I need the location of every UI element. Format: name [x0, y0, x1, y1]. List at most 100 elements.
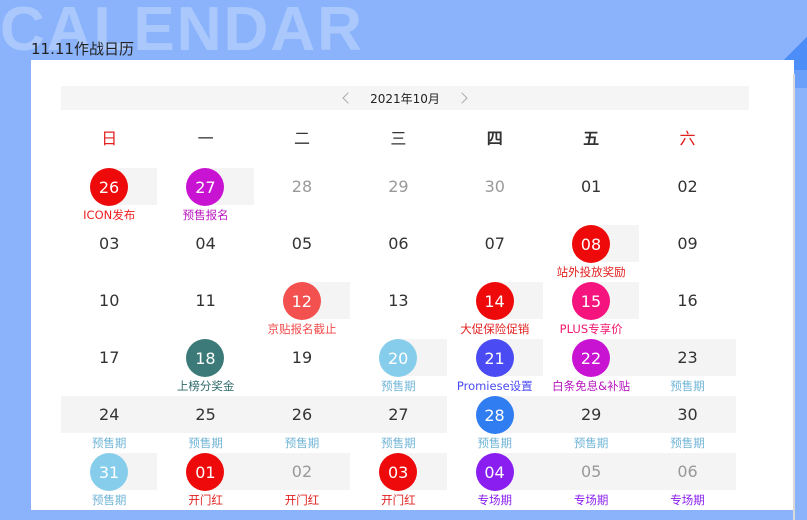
- chevron-right-icon[interactable]: [456, 92, 468, 104]
- event-label: 预售期: [670, 436, 705, 450]
- day-number: 29: [388, 177, 409, 196]
- day-number: 05: [580, 462, 602, 481]
- weekday-thu: 四: [486, 129, 503, 148]
- calendar-day-cell[interactable]: 06 专场期: [639, 453, 736, 510]
- calendar-day-cell[interactable]: 28: [254, 168, 350, 225]
- calendar-day-cell[interactable]: 30: [447, 168, 543, 225]
- calendar-day-cell[interactable]: 27 预售期: [350, 396, 447, 453]
- calendar-day-cell[interactable]: 17: [61, 339, 157, 396]
- event-label: 预售报名: [182, 208, 229, 222]
- day-number: 24: [99, 405, 120, 424]
- calendar-day-cell[interactable]: 08 站外投放奖励: [543, 225, 640, 282]
- weekday-tue: 二: [293, 129, 310, 148]
- calendar-day-cell[interactable]: 05 专场期: [542, 453, 640, 510]
- day-number: 17: [99, 348, 120, 367]
- calendar-day-cell[interactable]: 16: [639, 282, 735, 339]
- calendar-day-cell[interactable]: 02 开门红: [253, 453, 351, 510]
- day-number-badge: 26: [90, 168, 128, 206]
- day-number-badge: 31: [90, 453, 128, 491]
- event-label: 京贴报名截止: [267, 322, 337, 336]
- day-number: 07: [484, 234, 505, 253]
- calendar-day-cell[interactable]: 03 开门红: [350, 453, 447, 510]
- calendar-day-cell[interactable]: 29: [350, 168, 446, 225]
- calendar-day-cell[interactable]: 31 预售期: [61, 453, 158, 510]
- calendar-day-cell[interactable]: 25 预售期: [157, 396, 254, 453]
- weekday-fri: 五: [583, 129, 600, 148]
- calendar-day-cell[interactable]: 27 预售报名: [157, 168, 254, 225]
- day-number: 19: [291, 348, 313, 367]
- weekday-mon: 一: [197, 129, 214, 148]
- weekday-sun: 日: [101, 129, 118, 148]
- day-number: 09: [677, 234, 698, 253]
- day-number: 03: [99, 234, 120, 253]
- calendar-day-cell[interactable]: 22 白条免息&补贴: [543, 339, 640, 396]
- event-label: 站外投放奖励: [556, 265, 626, 279]
- calendar-day-cell[interactable]: 03: [61, 225, 157, 282]
- day-number: 30: [484, 177, 505, 196]
- calendar-day-cell[interactable]: 29 预售期: [542, 396, 640, 453]
- day-number: 11: [195, 291, 216, 310]
- calendar-day-cell[interactable]: 20 预售期: [350, 339, 447, 396]
- day-number-badge: 22: [571, 339, 610, 377]
- weekday-sat: 六: [679, 129, 696, 148]
- day-number: 30: [677, 405, 698, 424]
- scrollbar[interactable]: [793, 74, 795, 520]
- day-number: 25: [195, 405, 216, 424]
- calendar-day-cell[interactable]: 04 专场期: [447, 453, 543, 510]
- day-number-badge: 28: [475, 396, 514, 434]
- day-number-badge: 20: [379, 339, 418, 377]
- day-number: 01: [580, 177, 602, 196]
- calendar-day-cell[interactable]: 10: [61, 282, 157, 339]
- day-number: 16: [677, 291, 698, 310]
- calendar-day-cell[interactable]: 26 预售期: [253, 396, 351, 453]
- day-number-badge: 18: [186, 339, 225, 377]
- day-number-badge: 21: [475, 339, 514, 377]
- calendar-day-cell[interactable]: 11: [157, 282, 253, 339]
- calendar-day-cell[interactable]: 05: [254, 225, 350, 282]
- day-number-badge: 12: [282, 282, 321, 320]
- day-number-badge: 04: [475, 453, 514, 491]
- calendar-day-cell[interactable]: 13: [350, 282, 446, 339]
- day-number: 27: [388, 405, 409, 424]
- calendar-day-cell[interactable]: 06: [350, 225, 446, 282]
- calendar-day-cell[interactable]: 23 预售期: [639, 339, 736, 396]
- event-label: 上榜分奖金: [176, 379, 235, 393]
- calendar-day-cell[interactable]: 12 京贴报名截止: [254, 282, 351, 339]
- calendar-grid: 26 ICON发布 27 预售报名 28 29 30 01 02 03 04 05 06 07 08 站外投放…: [61, 168, 749, 510]
- day-number: 04: [195, 234, 216, 253]
- chevron-left-icon[interactable]: [342, 92, 354, 104]
- day-number: 05: [291, 234, 313, 253]
- month-navigator: 2021年10月: [61, 86, 749, 110]
- day-number: 28: [291, 177, 313, 196]
- calendar-day-cell[interactable]: 18 上榜分奖金: [157, 339, 253, 396]
- day-number: 06: [677, 462, 698, 481]
- day-number: 10: [99, 291, 120, 310]
- event-label: PLUS专享价: [559, 322, 623, 336]
- calendar-day-cell[interactable]: 24 预售期: [61, 396, 158, 453]
- calendar-day-cell[interactable]: 01 开门红: [157, 453, 254, 510]
- day-number-badge: 03: [379, 453, 418, 491]
- event-label: 专场期: [670, 493, 705, 507]
- calendar-day-cell[interactable]: 02: [639, 168, 735, 225]
- day-number: 23: [677, 348, 698, 367]
- calendar-day-cell[interactable]: 26 ICON发布: [61, 168, 158, 225]
- calendar-day-cell[interactable]: 21 Promiese设置: [447, 339, 543, 396]
- day-number: 26: [291, 405, 313, 424]
- day-number-badge: 15: [571, 282, 610, 320]
- day-number: 13: [388, 291, 409, 310]
- calendar-day-cell[interactable]: 15 PLUS专享价: [543, 282, 640, 339]
- calendar-day-cell[interactable]: 28 预售期: [447, 396, 543, 453]
- calendar-day-cell[interactable]: 07: [447, 225, 543, 282]
- calendar-day-cell[interactable]: 30 预售期: [639, 396, 736, 453]
- calendar-day-cell[interactable]: 04: [157, 225, 253, 282]
- day-number: 02: [291, 462, 313, 481]
- calendar-panel: 2021年10月 日 一 二 三 四 五 六 26 ICON发布 27 预售报名 28 2…: [31, 60, 794, 510]
- calendar-day-cell[interactable]: 01: [543, 168, 639, 225]
- weekday-wed: 三: [390, 129, 407, 148]
- calendar-day-cell[interactable]: 09: [639, 225, 735, 282]
- calendar-day-cell[interactable]: 14 大促保险促销: [447, 282, 543, 339]
- month-label: 2021年10月: [370, 91, 440, 106]
- event-label: 预售期: [670, 379, 705, 393]
- calendar-day-cell[interactable]: 19: [254, 339, 350, 396]
- day-number: 06: [388, 234, 409, 253]
